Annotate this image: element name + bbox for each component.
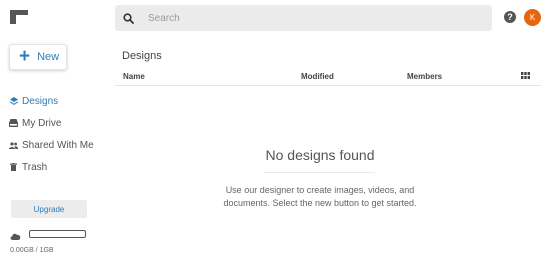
sidebar-item-label: Trash: [22, 161, 48, 173]
sidebar-item-my-drive[interactable]: My Drive: [9, 112, 94, 134]
page-title: Designs: [122, 50, 162, 62]
search-input[interactable]: [148, 12, 468, 24]
help-button[interactable]: ?: [504, 11, 516, 23]
new-button-label: New: [37, 51, 60, 63]
column-header-members[interactable]: Members: [407, 72, 442, 81]
storage-progress-bar: [29, 230, 86, 238]
app-logo-icon[interactable]: [10, 10, 28, 24]
sidebar-item-label: Shared With Me: [22, 139, 94, 151]
drive-icon: [9, 119, 18, 128]
empty-state-title: No designs found: [265, 147, 375, 163]
sidebar-item-label: My Drive: [22, 117, 62, 129]
divider: [264, 172, 375, 173]
avatar[interactable]: K: [524, 9, 541, 26]
sidebar-nav: Designs My Drive Shared With Me Trash: [9, 90, 94, 178]
table-header: Name Modified Members: [115, 66, 541, 86]
layers-icon: [9, 97, 18, 106]
people-icon: [9, 141, 18, 150]
sidebar-item-shared-with-me[interactable]: Shared With Me: [9, 134, 94, 156]
plus-icon: +: [19, 45, 31, 67]
new-button[interactable]: + New: [9, 44, 67, 70]
empty-state-description: Use our designer to create images, video…: [223, 185, 417, 208]
cloud-icon: [10, 233, 21, 240]
search-bar[interactable]: [115, 5, 492, 31]
trash-icon: [9, 163, 18, 172]
sidebar-item-label: Designs: [22, 95, 59, 107]
upgrade-button[interactable]: Upgrade: [11, 200, 87, 218]
column-header-modified[interactable]: Modified: [301, 72, 334, 81]
column-header-name[interactable]: Name: [123, 72, 145, 81]
search-icon: [123, 12, 134, 24]
sidebar-item-designs[interactable]: Designs: [9, 90, 94, 112]
grid-view-icon[interactable]: [521, 72, 530, 79]
sidebar-item-trash[interactable]: Trash: [9, 156, 94, 178]
storage-usage-text: 0.00GB / 1GB: [10, 247, 54, 254]
